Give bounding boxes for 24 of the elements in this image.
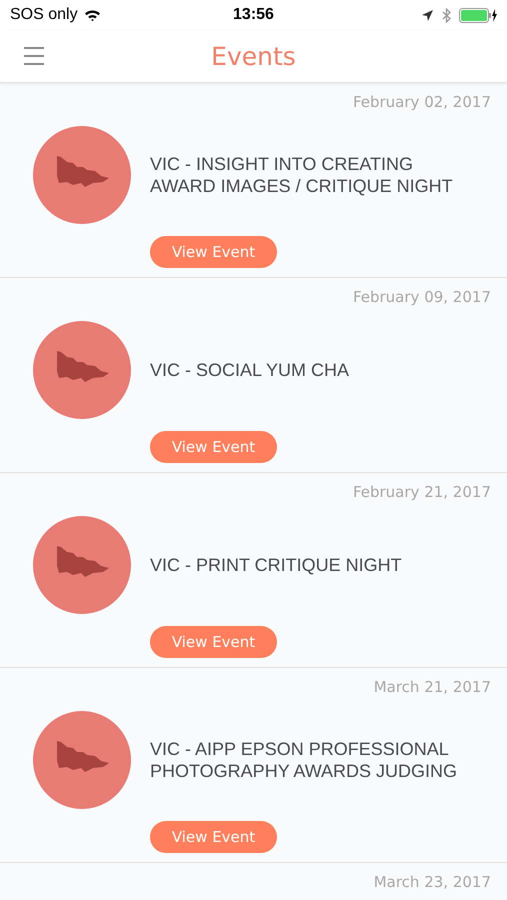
map-icon: [33, 516, 131, 614]
location-arrow-icon: [421, 8, 434, 22]
clock-time: 13:56: [233, 6, 274, 23]
event-title: VIC - INSIGHT INTO CREATING AWARD IMAGES / CRITIQUE NIGHT: [150, 153, 454, 197]
map-icon: [33, 126, 131, 224]
view-event-button[interactable]: View Event: [150, 821, 277, 853]
event-date: February 09, 2017: [352, 288, 491, 306]
carrier-label: SOS only: [10, 6, 78, 24]
view-event-button[interactable]: View Event: [150, 431, 277, 463]
map-icon: [33, 321, 131, 419]
wifi-icon: [84, 8, 101, 22]
event-date: February 21, 2017: [352, 483, 491, 501]
event-date: February 02, 2017: [352, 93, 491, 111]
battery-charging-icon: [459, 8, 497, 22]
event-date: March 21, 2017: [374, 678, 491, 696]
map-icon: [33, 711, 131, 809]
event-title: VIC - PRINT CRITIQUE NIGHT: [150, 554, 403, 576]
view-event-button[interactable]: View Event: [150, 626, 277, 658]
event-title: VIC - SOCIAL YUM CHA: [150, 359, 350, 381]
event-date: March 23, 2017: [374, 873, 491, 891]
page-title: Events: [211, 42, 296, 70]
event-title: VIC - AIPP EPSON PROFESSIONAL PHOTOGRAPHY AWARDS JUDGING: [150, 738, 458, 782]
bluetooth-icon: [442, 8, 451, 22]
view-event-button[interactable]: View Event: [150, 236, 277, 268]
